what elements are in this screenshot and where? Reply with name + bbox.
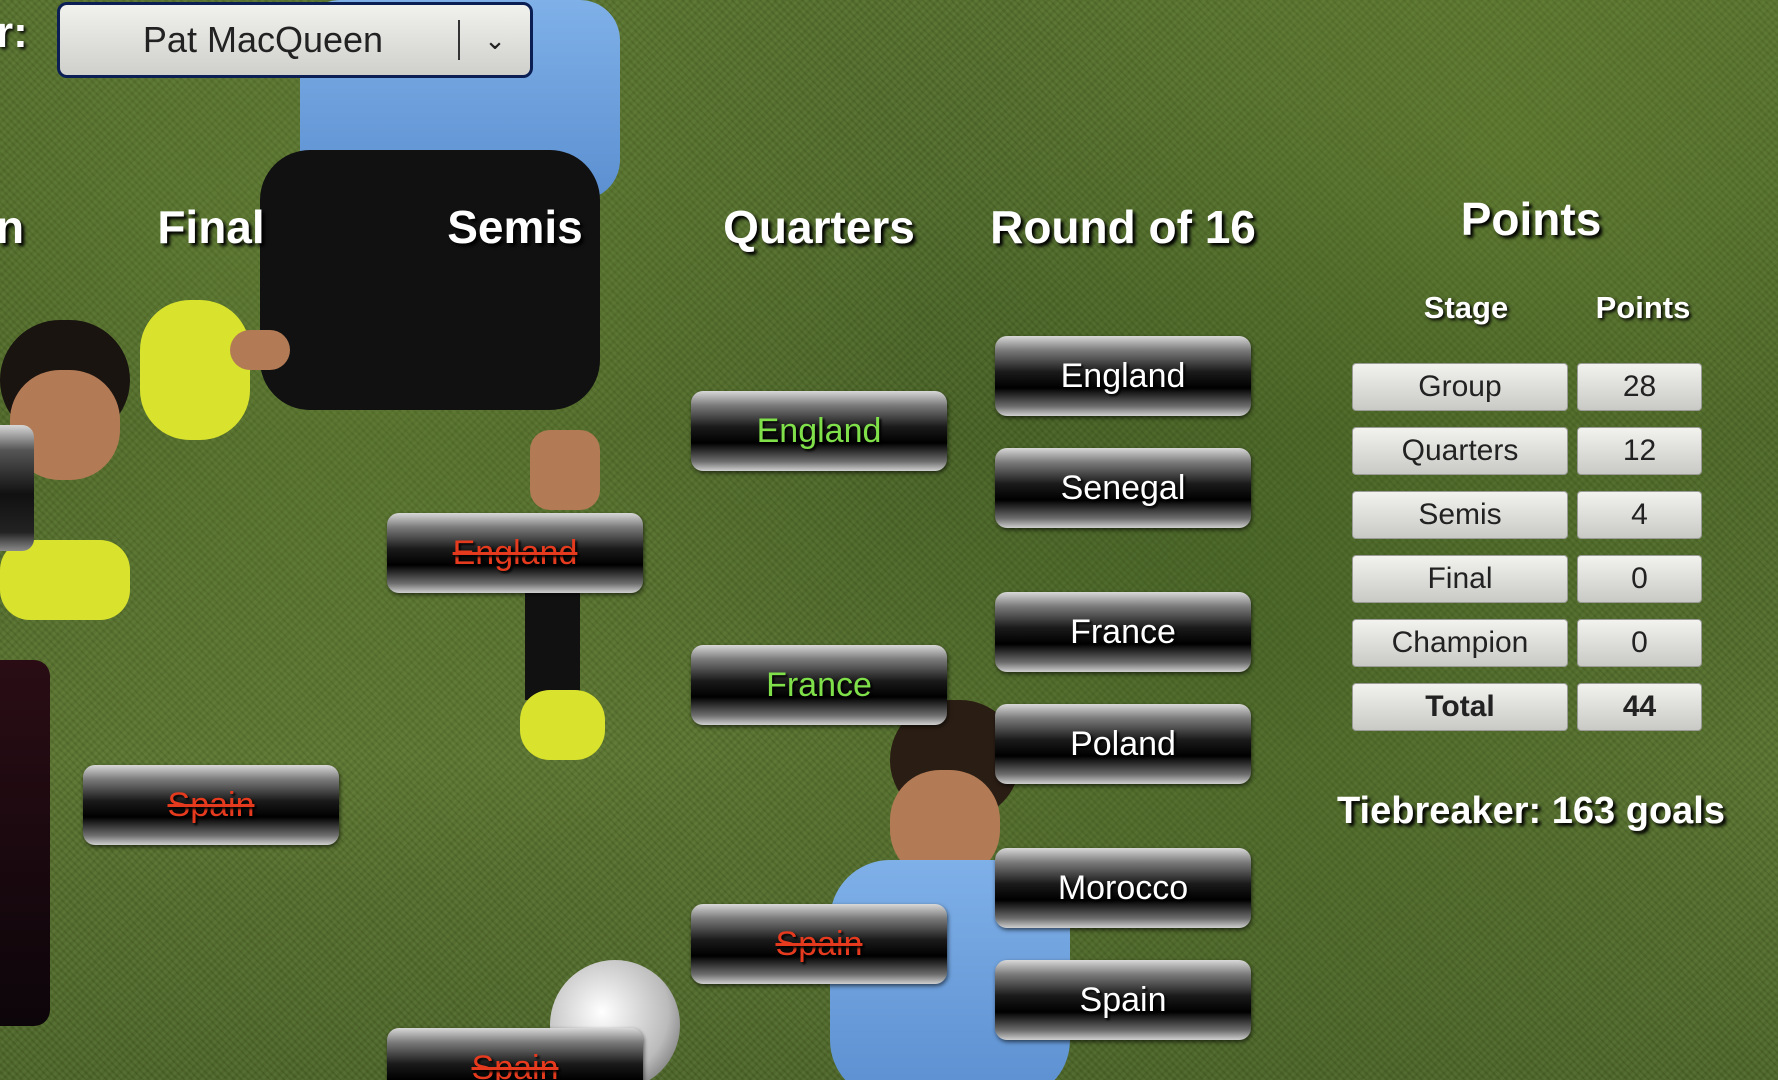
points-value-cell: 4 — [1577, 491, 1702, 539]
tiebreaker-text: Tiebreaker: 163 goals — [1337, 790, 1725, 832]
final-team-slot[interactable]: Spain — [83, 765, 339, 845]
quarters-team-slot[interactable]: Spain — [691, 904, 947, 984]
points-stage-cell: Semis — [1352, 491, 1568, 539]
points-value-cell: 0 — [1577, 619, 1702, 667]
points-header-stage: Stage — [1423, 290, 1509, 325]
champion-panel — [0, 660, 50, 1026]
semis-team-slot[interactable]: Spain — [387, 1028, 643, 1080]
player-select[interactable]: Pat MacQueen ⌄ — [57, 2, 533, 78]
points-stage-cell: Quarters — [1352, 427, 1568, 475]
points-title: Points — [1460, 193, 1602, 245]
r16-team-slot[interactable]: Senegal — [995, 448, 1251, 528]
points-total-value: 44 — [1577, 683, 1702, 731]
r16-team-slot[interactable]: Poland — [995, 704, 1251, 784]
quarters-team-slot[interactable]: England — [691, 391, 947, 471]
column-header-champion: n — [0, 201, 25, 253]
player-select-label: r: — [0, 8, 28, 57]
column-header-semis: Semis — [447, 201, 583, 253]
r16-team-slot[interactable]: Morocco — [995, 848, 1251, 928]
points-stage-cell: Champion — [1352, 619, 1568, 667]
points-stage-cell: Final — [1352, 555, 1568, 603]
quarters-team-slot[interactable]: France — [691, 645, 947, 725]
champion-slot — [0, 425, 34, 551]
r16-team-slot[interactable]: France — [995, 592, 1251, 672]
column-header-quarters: Quarters — [723, 201, 915, 253]
player-select-value: Pat MacQueen — [142, 19, 384, 60]
points-stage-cell: Group — [1352, 363, 1568, 411]
r16-team-slot[interactable]: Spain — [995, 960, 1251, 1040]
points-total-label: Total — [1352, 683, 1568, 731]
semis-team-slot[interactable]: England — [387, 513, 643, 593]
points-value-cell: 12 — [1577, 427, 1702, 475]
column-header-round-of-16: Round of 16 — [990, 201, 1256, 253]
r16-team-slot[interactable]: England — [995, 336, 1251, 416]
points-value-cell: 28 — [1577, 363, 1702, 411]
points-value-cell: 0 — [1577, 555, 1702, 603]
chevron-down-icon: ⌄ — [484, 24, 506, 55]
column-header-final: Final — [157, 201, 265, 253]
points-header-points: Points — [1595, 290, 1691, 325]
